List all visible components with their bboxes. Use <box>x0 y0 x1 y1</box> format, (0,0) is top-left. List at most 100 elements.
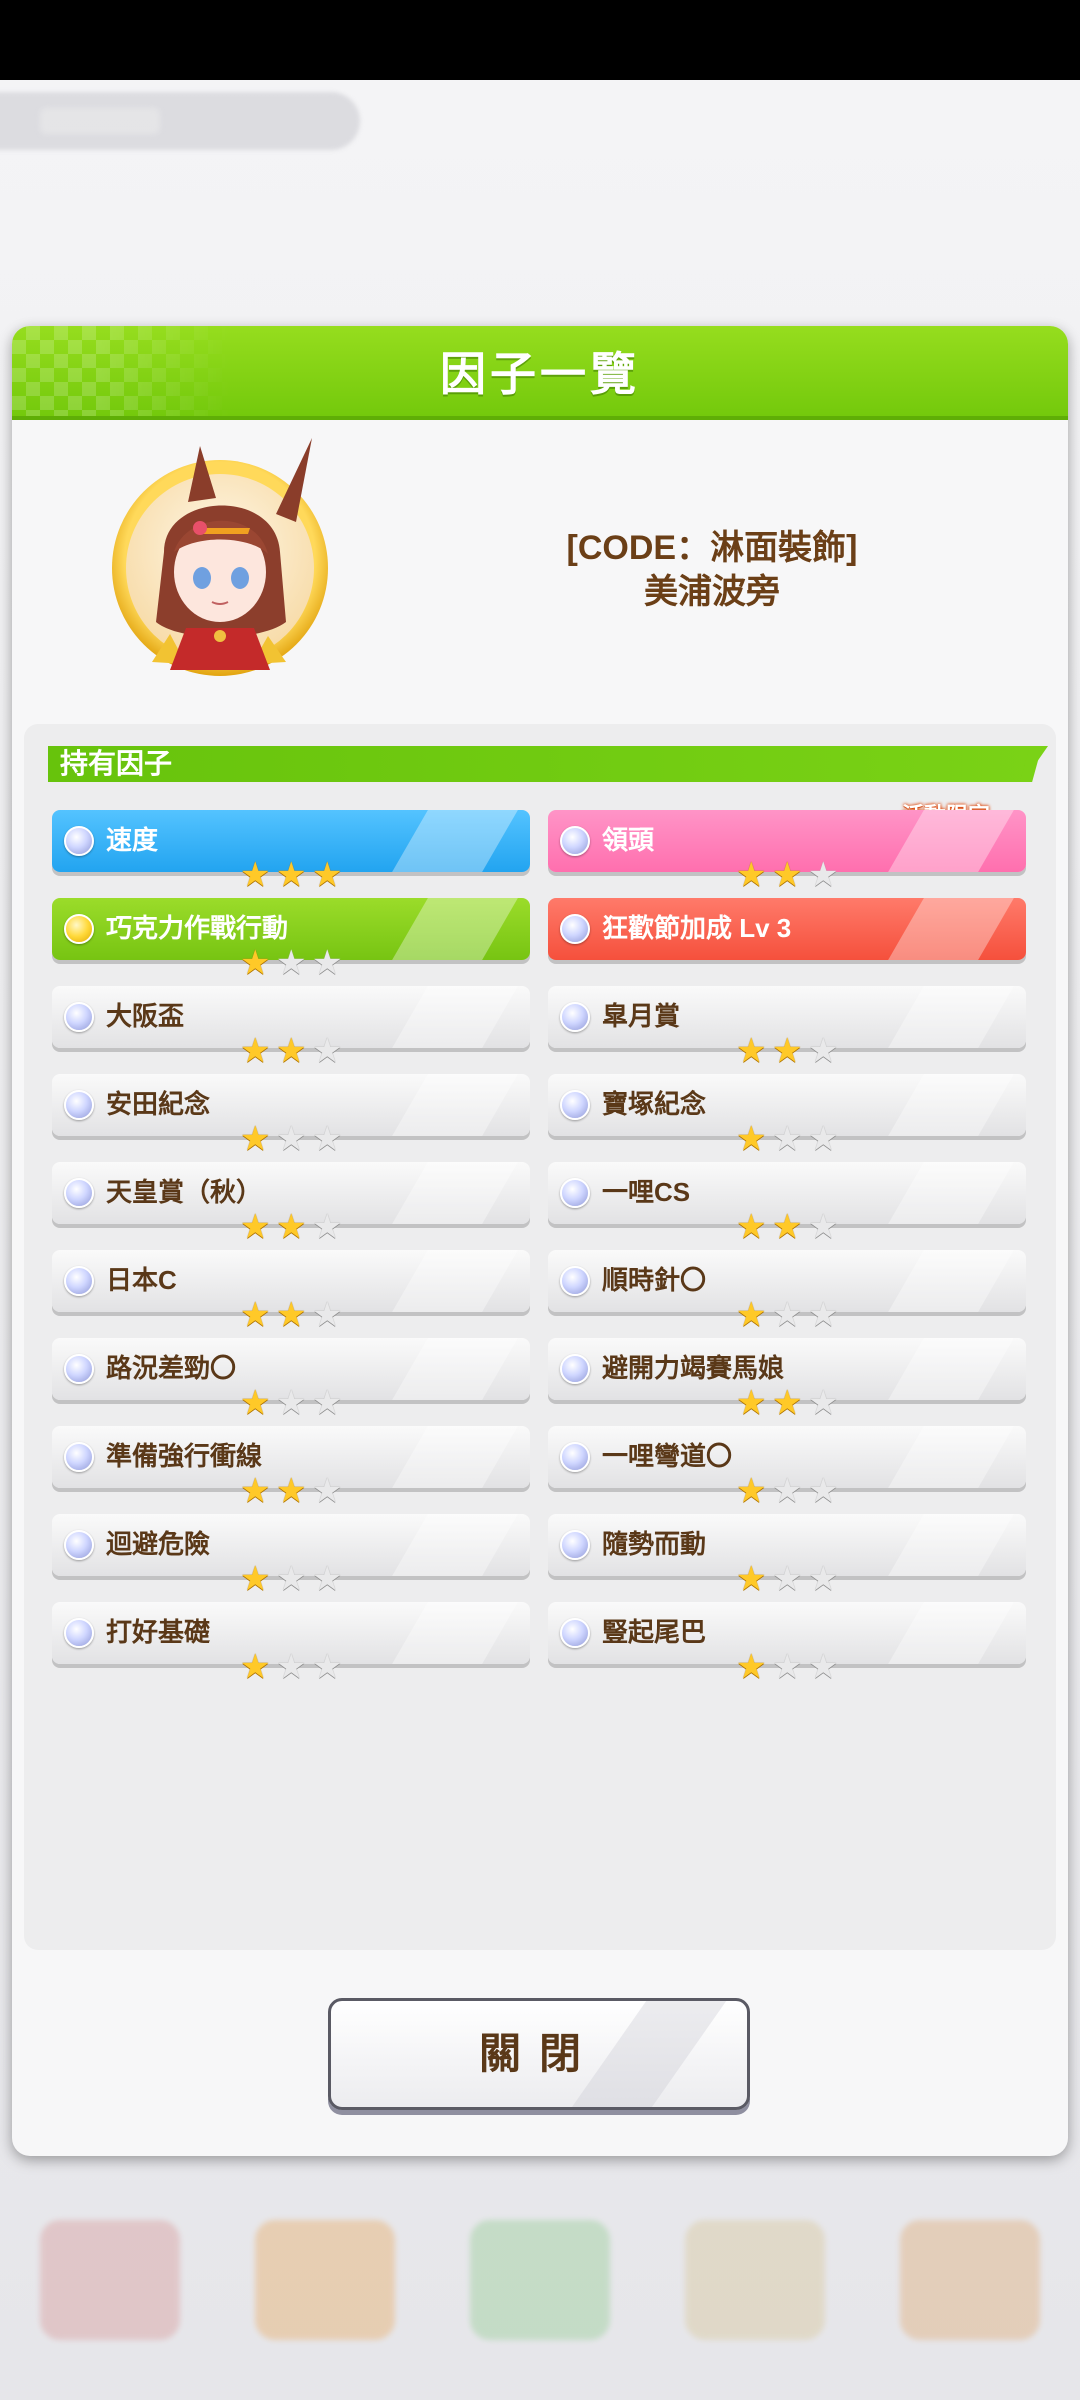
section-header-bar <box>48 746 1048 782</box>
factor-orb-icon <box>560 1618 590 1648</box>
factor-star-rating: ★ ★ ★ <box>736 1472 846 1510</box>
factor-label: 隨勢而動 <box>602 1529 707 1559</box>
star-empty-icon: ★ <box>276 1648 307 1686</box>
star-empty-icon: ★ <box>808 1208 839 1246</box>
factor-star-rating: ★ ★ ★ <box>736 1208 846 1246</box>
star-empty-icon: ★ <box>808 1032 839 1070</box>
star-filled-icon: ★ <box>736 1384 767 1422</box>
star-empty-icon: ★ <box>772 1560 803 1598</box>
close-button[interactable]: 關閉 <box>328 1998 750 2110</box>
star-filled-icon: ★ <box>736 1032 767 1070</box>
factor-item[interactable]: 一哩CS ★ ★ ★ <box>548 1162 1026 1244</box>
factor-star-rating: ★ ★ ★ <box>240 1560 350 1598</box>
star-filled-icon: ★ <box>772 1384 803 1422</box>
factor-item[interactable]: 大阪盃 ★ ★ ★ <box>52 986 530 1068</box>
factor-star-rating: ★ ★ ★ <box>736 856 846 894</box>
star-empty-icon: ★ <box>312 1560 343 1598</box>
star-empty-icon: ★ <box>808 1560 839 1598</box>
factor-label: 一哩CS <box>602 1177 691 1207</box>
factor-label: 天皇賞（秋） <box>106 1177 263 1207</box>
background-nav-icon <box>470 2220 610 2340</box>
character-avatar[interactable] <box>100 432 340 682</box>
factor-star-rating: ★ ★ ★ <box>736 1650 846 1684</box>
factor-star-rating: ★ ★ ★ <box>240 1386 350 1420</box>
star-empty-icon: ★ <box>312 1296 343 1334</box>
factor-bar: 狂歡節加成 Lv 3 <box>548 898 1026 960</box>
factor-orb-icon <box>64 1266 94 1296</box>
star-empty-icon: ★ <box>276 1560 307 1598</box>
factor-item[interactable]: 狂歡節加成 Lv 3 <box>548 898 1026 964</box>
factor-label: 豎起尾巴 <box>602 1617 707 1647</box>
star-empty-icon: ★ <box>772 1120 803 1158</box>
factor-item[interactable]: 速度 ★ ★ ★ <box>52 810 530 892</box>
factor-label: 皐月賞 <box>602 1001 681 1031</box>
star-empty-icon: ★ <box>772 1472 803 1510</box>
background-nav-icon <box>40 2220 180 2340</box>
factor-list-dialog: 因子一覽 [CODE：淋面裝飾] 美浦波旁 持有因子 速度 ★ ★ ★ 領頭 ★… <box>12 326 1068 2156</box>
star-filled-icon: ★ <box>736 1296 767 1334</box>
factor-orb-icon <box>560 826 590 856</box>
star-empty-icon: ★ <box>312 1120 343 1158</box>
star-filled-icon: ★ <box>240 1296 271 1334</box>
background-menu-text <box>40 108 160 134</box>
factor-orb-icon <box>560 1354 590 1384</box>
factor-orb-icon <box>560 1090 590 1120</box>
factor-label: 日本C <box>106 1265 177 1295</box>
factor-item[interactable]: 領頭 ★ ★ ★ <box>548 810 1026 892</box>
star-filled-icon: ★ <box>240 1120 271 1158</box>
factor-orb-icon <box>64 1442 94 1472</box>
factor-orb-icon <box>560 1530 590 1560</box>
star-filled-icon: ★ <box>240 1472 271 1510</box>
factor-label: 一哩彎道〇 <box>602 1441 733 1471</box>
factor-orb-icon <box>64 1530 94 1560</box>
factor-item[interactable]: 寶塚紀念 ★ ★ ★ <box>548 1074 1026 1156</box>
factor-item[interactable]: 天皇賞（秋） ★ ★ ★ <box>52 1162 530 1244</box>
star-empty-icon: ★ <box>312 944 343 982</box>
factor-item[interactable]: 路況差勁〇 ★ ★ ★ <box>52 1338 530 1420</box>
factor-label: 速度 <box>106 825 159 855</box>
factor-star-rating: ★ ★ ★ <box>736 1560 846 1598</box>
star-filled-icon: ★ <box>240 1560 271 1598</box>
character-name: 美浦波旁 <box>644 573 780 611</box>
star-empty-icon: ★ <box>276 1120 307 1158</box>
factor-orb-icon <box>64 1090 94 1120</box>
star-empty-icon: ★ <box>276 944 307 982</box>
factor-star-rating: ★ ★ ★ <box>736 1032 846 1070</box>
star-filled-icon: ★ <box>736 1560 767 1598</box>
star-filled-icon: ★ <box>736 856 767 894</box>
star-filled-icon: ★ <box>312 856 343 894</box>
star-filled-icon: ★ <box>736 1120 767 1158</box>
star-filled-icon: ★ <box>772 1208 803 1246</box>
factor-item[interactable]: 安田紀念 ★ ★ ★ <box>52 1074 530 1156</box>
star-filled-icon: ★ <box>240 856 271 894</box>
factor-orb-icon <box>64 1618 94 1648</box>
factor-item[interactable]: 隨勢而動 ★ ★ ★ <box>548 1514 1026 1596</box>
factor-orb-icon <box>64 1002 94 1032</box>
factor-item[interactable]: 準備強行衝線 ★ ★ ★ <box>52 1426 530 1508</box>
factor-orb-icon <box>64 1178 94 1208</box>
factor-item[interactable]: 避開力竭賽馬娘 ★ ★ ★ <box>548 1338 1026 1420</box>
factor-star-rating: ★ ★ ★ <box>240 1032 350 1070</box>
factor-star-rating: ★ ★ ★ <box>240 856 350 894</box>
factor-item[interactable]: 順時針〇 ★ ★ ★ <box>548 1250 1026 1332</box>
factor-star-rating: ★ ★ ★ <box>736 1296 846 1334</box>
factor-label: 迴避危險 <box>106 1529 211 1559</box>
factor-item[interactable]: 皐月賞 ★ ★ ★ <box>548 986 1026 1068</box>
factor-label: 狂歡節加成 Lv 3 <box>602 913 792 943</box>
factor-item[interactable]: 打好基礎 ★ ★ ★ <box>52 1602 530 1684</box>
star-filled-icon: ★ <box>276 1296 307 1334</box>
star-empty-icon: ★ <box>808 1472 839 1510</box>
star-empty-icon: ★ <box>312 1032 343 1070</box>
factor-orb-icon <box>64 914 94 944</box>
star-filled-icon: ★ <box>276 1472 307 1510</box>
factor-item[interactable]: 日本C ★ ★ ★ <box>52 1250 530 1332</box>
factor-item[interactable]: 迴避危險 ★ ★ ★ <box>52 1514 530 1596</box>
factor-orb-icon <box>560 1266 590 1296</box>
star-filled-icon: ★ <box>240 1208 271 1246</box>
star-empty-icon: ★ <box>808 1384 839 1422</box>
factor-item[interactable]: 一哩彎道〇 ★ ★ ★ <box>548 1426 1026 1508</box>
star-filled-icon: ★ <box>276 1032 307 1070</box>
factor-item[interactable]: 豎起尾巴 ★ ★ ★ <box>548 1602 1026 1684</box>
factor-item[interactable]: 巧克力作戰行動 ★ ★ ★ <box>52 898 530 980</box>
status-bar <box>0 0 1080 80</box>
